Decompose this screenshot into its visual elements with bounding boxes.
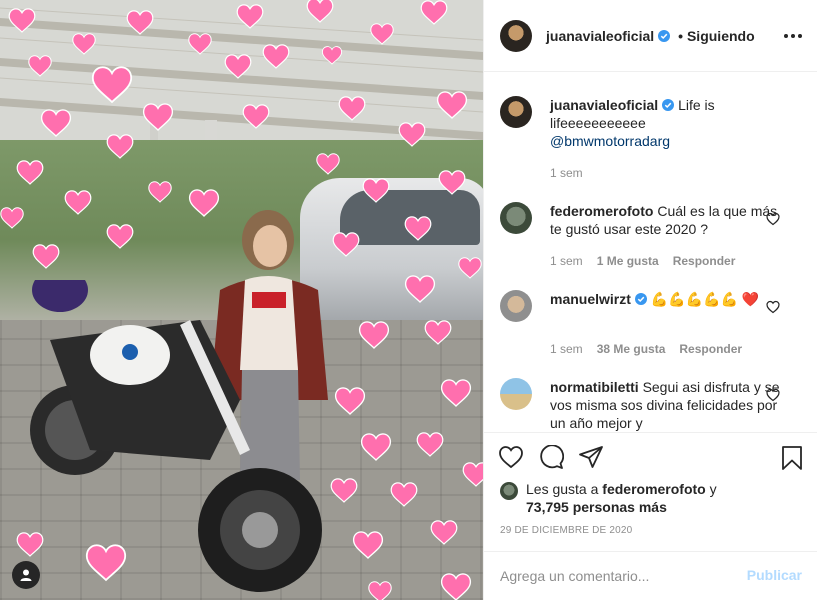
save-icon[interactable] bbox=[780, 445, 804, 471]
comment-meta: 1 sem 38 Me gusta Responder bbox=[550, 342, 742, 356]
comment-body: normatibiletti Segui asi disfruta y se v… bbox=[550, 378, 780, 432]
caption-avatar[interactable] bbox=[500, 96, 532, 128]
verified-badge-icon bbox=[662, 99, 675, 111]
likes-prefix: Les gusta a bbox=[526, 481, 599, 497]
comment-body: federomerofoto Cuál es la que más te gus… bbox=[550, 202, 780, 238]
comment-body: manuelwirzt 💪💪💪💪💪 ❤️ bbox=[550, 290, 780, 308]
comments-list[interactable]: juanavialeoficial Life is lifeeeeeeeeeee… bbox=[484, 72, 817, 432]
verified-badge-icon bbox=[634, 293, 647, 305]
author-line: juanavialeoficial • Siguiendo bbox=[546, 28, 755, 44]
action-buttons bbox=[498, 445, 808, 473]
likes-conj: y bbox=[709, 481, 717, 497]
comment-text: 💪💪💪💪💪 ❤️ bbox=[650, 291, 760, 307]
add-comment-bar: Publicar bbox=[484, 551, 817, 600]
reply-button[interactable]: Responder bbox=[673, 254, 736, 268]
caption-time[interactable]: 1 sem bbox=[550, 166, 583, 180]
more-options-icon[interactable] bbox=[784, 28, 802, 44]
tag-user-icon[interactable] bbox=[12, 561, 40, 589]
caption-mention[interactable]: @bmwmotorradarg bbox=[550, 133, 670, 149]
heart-emoji-overlay bbox=[0, 0, 483, 600]
reply-button[interactable]: Responder bbox=[679, 342, 742, 356]
post-actions: Les gusta a federomerofoto y 73,795 pers… bbox=[484, 432, 817, 600]
like-icon[interactable] bbox=[498, 445, 524, 469]
comment-time[interactable]: 1 sem bbox=[550, 342, 583, 356]
liker-username[interactable]: federomerofoto bbox=[602, 481, 705, 497]
post-header: juanavialeoficial • Siguiendo bbox=[484, 0, 817, 72]
share-icon[interactable] bbox=[578, 445, 604, 469]
following-button[interactable]: Siguiendo bbox=[687, 28, 755, 44]
post-detail-panel: juanavialeoficial • Siguiendo juanavialeo… bbox=[483, 0, 817, 600]
author-avatar[interactable] bbox=[500, 19, 532, 52]
likes-count[interactable]: 73,795 personas más bbox=[526, 499, 667, 515]
caption-username[interactable]: juanavialeoficial bbox=[550, 97, 658, 113]
commenter-avatar[interactable] bbox=[500, 202, 532, 234]
liker-avatar[interactable] bbox=[500, 482, 518, 500]
separator-dot: • bbox=[678, 27, 683, 44]
commenter-avatar[interactable] bbox=[500, 290, 532, 322]
post-photo[interactable] bbox=[0, 0, 483, 600]
caption-body: juanavialeoficial Life is lifeeeeeeeeeee… bbox=[550, 96, 780, 150]
commenter-avatar[interactable] bbox=[500, 378, 532, 410]
comment-likes[interactable]: 38 Me gusta bbox=[597, 342, 666, 356]
publish-button[interactable]: Publicar bbox=[747, 567, 802, 583]
comment-icon[interactable] bbox=[538, 445, 564, 469]
author-username[interactable]: juanavialeoficial bbox=[546, 28, 654, 44]
comment-like-icon[interactable] bbox=[766, 300, 780, 314]
comment-like-icon[interactable] bbox=[766, 212, 780, 226]
likes-text: Les gusta a federomerofoto y 73,795 pers… bbox=[526, 480, 800, 516]
comment-username[interactable]: federomerofoto bbox=[550, 203, 653, 219]
comment-username[interactable]: normatibiletti bbox=[550, 379, 639, 395]
comment-input[interactable] bbox=[500, 566, 730, 586]
comment-like-icon[interactable] bbox=[766, 388, 780, 402]
post-date[interactable]: 29 DE DICIEMBRE DE 2020 bbox=[500, 525, 632, 536]
comment-username[interactable]: manuelwirzt bbox=[550, 291, 631, 307]
comment-likes[interactable]: 1 Me gusta bbox=[597, 254, 659, 268]
verified-badge-icon bbox=[658, 29, 671, 42]
likes-summary: Les gusta a federomerofoto y 73,795 pers… bbox=[500, 480, 800, 516]
comment-time[interactable]: 1 sem bbox=[550, 254, 583, 268]
caption-meta: 1 sem bbox=[550, 166, 583, 180]
comment-meta: 1 sem 1 Me gusta Responder bbox=[550, 254, 735, 268]
